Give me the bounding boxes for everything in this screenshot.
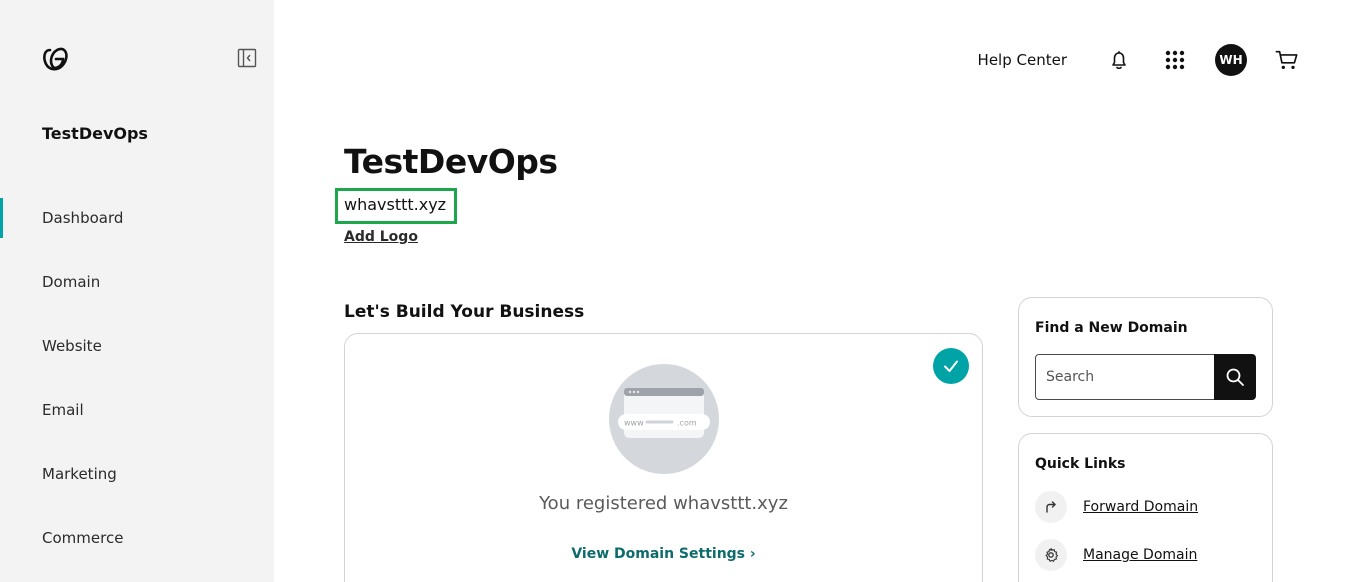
collapse-sidebar-icon[interactable] (237, 48, 259, 70)
quick-link-label: Forward Domain (1083, 499, 1199, 515)
view-domain-settings-label: View Domain Settings (571, 546, 746, 562)
avatar[interactable]: WH (1215, 44, 1247, 76)
illustration-com-text: .com (677, 419, 697, 428)
find-domain-card: Find a New Domain (1018, 297, 1273, 417)
quick-links-card: Quick Links Forward Domain Manage Domain (1018, 433, 1273, 582)
sidebar: TestDevOps Dashboard Domain Website Emai… (0, 0, 274, 582)
page-title: TestDevOps (344, 142, 558, 181)
cart-icon[interactable] (1275, 48, 1299, 72)
sidebar-item-commerce[interactable]: Commerce (0, 506, 274, 570)
domain-name: whavsttt.xyz (344, 195, 447, 214)
add-logo-link[interactable]: Add Logo (344, 229, 418, 245)
search-icon (1226, 368, 1244, 386)
sidebar-item-label: Email (42, 401, 84, 419)
sidebar-item-label: Commerce (42, 529, 124, 547)
domain-registered-card: www .com You registered whavsttt.xyz Vie… (344, 333, 983, 582)
forward-arrow-icon (1035, 491, 1067, 523)
top-bar: Help Center WH (978, 40, 1299, 80)
sidebar-item-label: Dashboard (42, 209, 124, 227)
help-center-link[interactable]: Help Center (978, 51, 1067, 69)
sidebar-item-marketing[interactable]: Marketing (0, 442, 274, 506)
search-button[interactable] (1214, 354, 1256, 400)
checkmark-icon (933, 348, 969, 384)
brand-logo-icon[interactable] (41, 44, 71, 74)
quick-links-title: Quick Links (1035, 456, 1126, 472)
apps-grid-icon[interactable] (1163, 48, 1187, 72)
view-domain-settings-link[interactable]: View Domain Settings › (345, 546, 982, 562)
quick-link-label: Manage Domain (1083, 547, 1198, 563)
chevron-right-icon: › (749, 546, 756, 562)
section-title: Let's Build Your Business (344, 302, 585, 322)
sidebar-item-website[interactable]: Website (0, 314, 274, 378)
domain-search-input[interactable] (1035, 354, 1215, 400)
bell-icon[interactable] (1107, 48, 1131, 72)
sidebar-item-label: Marketing (42, 465, 117, 483)
account-name: TestDevOps (42, 124, 148, 143)
illustration-www-text: www (624, 419, 644, 428)
sidebar-item-dashboard[interactable]: Dashboard (0, 186, 274, 250)
browser-illustration-icon: www .com (609, 364, 719, 474)
sidebar-item-label: Domain (42, 273, 101, 291)
gear-icon (1035, 539, 1067, 571)
sidebar-item-domain[interactable]: Domain (0, 250, 274, 314)
find-domain-title: Find a New Domain (1035, 320, 1188, 336)
sidebar-item-label: Website (42, 337, 102, 355)
sidebar-item-email[interactable]: Email (0, 378, 274, 442)
quick-link-forward-domain[interactable]: Forward Domain (1035, 491, 1198, 523)
sidebar-nav: Dashboard Domain Website Email Marketing… (0, 186, 274, 570)
registered-message: You registered whavsttt.xyz (539, 493, 788, 514)
quick-link-manage-domain[interactable]: Manage Domain (1035, 539, 1197, 571)
